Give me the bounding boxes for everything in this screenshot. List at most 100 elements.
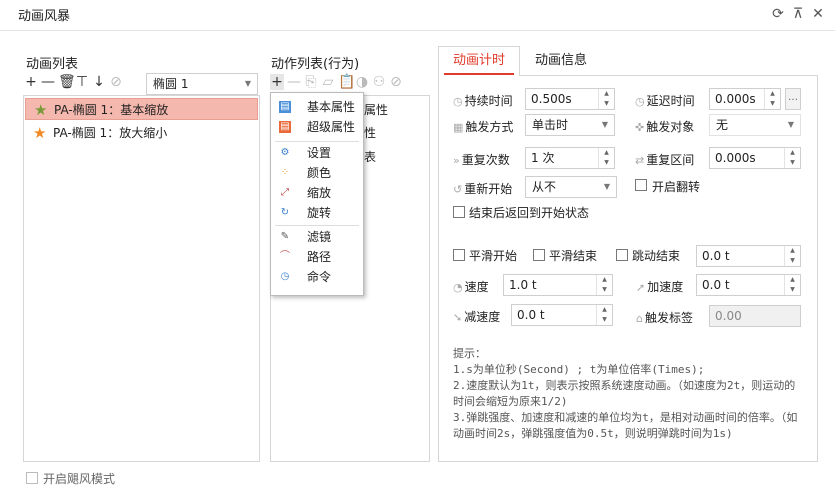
repeat-spinner[interactable]: ▲ ▼ [598,148,614,168]
speed-icon: ◔ [453,281,463,294]
duration-input[interactable]: 0.500s ▲ ▼ [525,88,615,110]
menu-item-color[interactable]: ⁘ 颜色 [271,163,363,183]
disable-icon[interactable]: ⊘ [389,74,403,90]
repeat-input[interactable]: 1 次 ▲ ▼ [525,147,615,169]
action-row-partial: 性 [364,126,377,140]
disable-icon[interactable]: ⊘ [109,74,123,90]
speed-label-text: 速度 [464,280,489,294]
return-start-checkbox[interactable] [453,206,465,218]
repeat-label: » 重复次数 [453,151,510,168]
anim-list-item[interactable]: ★ PA-椭圆 1：基本缩放 [25,98,258,120]
cut-icon[interactable]: ▱ [321,74,335,90]
target-icon: ✜ [635,121,645,134]
bounce-end-label: 跳动结束 [632,249,681,263]
restart-select[interactable]: 从不 ▼ [525,176,617,198]
pin-icon[interactable]: ⊼ [791,6,805,22]
toggle-icon[interactable]: ◑ [355,74,369,90]
repeat-interval-input[interactable]: 0.000s ▲ ▼ [709,147,801,169]
trigger-object-select[interactable]: 无 ▼ [709,114,801,136]
target-select[interactable]: 椭圆 1 ▼ [146,73,258,95]
action-list-toolbar: + — ⎘ ▱ 📋 ◑ ⚇ ⊘ [270,74,403,90]
star-icon: ★ [33,124,47,142]
minus-icon[interactable]: — [287,74,301,90]
minus-icon[interactable]: — [41,74,55,90]
trigger-tag-label: ⌂ 触发标签 [636,309,693,326]
more-button[interactable]: … [785,88,801,110]
repeat-label-text: 重复次数 [461,153,510,167]
menu-item-label: 命令 [307,270,332,284]
storm-mode-checkbox[interactable] [26,472,38,484]
speed-input[interactable]: 1.0 t ▲ ▼ [503,274,613,296]
bounce-spinner[interactable]: ▲ ▼ [784,246,800,266]
tab-timing[interactable]: 动画计时 [444,47,514,75]
bounce-end-checkbox[interactable] [616,249,628,261]
tip-line: 3.弹跳强度、加速度和减速的单位均为t，是相对动画时间的倍率。（如动画时间2s，… [453,411,798,440]
basic-props-icon: ▤ [279,101,291,113]
copy-icon[interactable]: ⎘ [304,74,318,90]
tip-line: 1.s为单位秒(Second) ; t为单位倍率(Times); [453,363,705,376]
move-top-icon[interactable]: ⊤ [75,74,89,90]
delay-input[interactable]: 0.000s ▲ ▼ [709,88,781,110]
menu-item-path[interactable]: ⌒ 路径 [271,247,363,267]
repeat-interval-label-text: 重复区间 [646,153,695,167]
repeat-interval-spinner[interactable]: ▲ ▼ [784,148,800,168]
decel-input[interactable]: 0.0 t ▲ ▼ [511,304,613,326]
speed-label: ◔ 速度 [453,278,489,295]
return-start-label: 结束后返回到开始状态 [469,206,590,220]
menu-divider [275,141,359,142]
bounce-value: 0.0 t [702,249,730,263]
duration-spinner[interactable]: ▲ ▼ [598,89,614,109]
smooth-start-label: 平滑开始 [469,249,518,263]
chevron-down-icon: ▼ [603,182,610,191]
accel-value: 0.0 t [702,278,730,292]
target-select-value: 椭圆 1 [153,77,189,91]
accel-spinner[interactable]: ▲ ▼ [784,275,800,295]
smooth-end-label: 平滑结束 [549,249,598,263]
add-action-icon[interactable]: + [270,74,284,90]
decel-spinner[interactable]: ▲ ▼ [596,305,612,325]
trigger-select[interactable]: 单击时 ▼ [525,114,615,136]
repeat-icon: » [453,154,460,167]
menu-item-rotate[interactable]: ↻ 旋转 [271,203,363,223]
tab-info[interactable]: 动画信息 [526,47,596,75]
tip-line: 提示： [453,347,486,360]
flip-label: 开启翻转 [652,180,701,194]
tip-line: 2.速度默认为1t，则表示按照系统速度动画。（如速度为2t，则运动的时间会缩短为… [453,379,796,408]
trigger-icon: ▦ [453,121,464,134]
menu-item-settings[interactable]: ⚙ 设置 [271,143,363,163]
trigger-label-text: 触发方式 [465,120,514,134]
smooth-start-checkbox[interactable] [453,249,465,261]
accel-input[interactable]: 0.0 t ▲ ▼ [696,274,801,296]
repeat-value: 1 次 [531,151,555,165]
delay-spinner[interactable]: ▲ ▼ [764,89,780,109]
repeat-interval-label: ⇄ 重复区间 [635,151,694,168]
menu-item-scale[interactable]: ⤢ 缩放 [271,183,363,203]
clock-icon: ◷ [635,95,645,108]
add-icon[interactable]: + [24,74,38,90]
bounce-input[interactable]: 0.0 t ▲ ▼ [696,245,801,267]
move-bottom-icon[interactable]: ↓ [92,74,106,90]
close-icon[interactable]: ✕ [811,6,825,22]
speed-spinner[interactable]: ▲ ▼ [596,275,612,295]
menu-item-filter[interactable]: ✎ 滤镜 [271,227,363,247]
decel-label-text: 减速度 [464,310,501,324]
menu-item-label: 路径 [307,250,332,264]
duration-value: 0.500s [531,92,572,106]
menu-item-super-props[interactable]: ▤ 超级属性 [271,117,363,137]
menu-item-command[interactable]: ◷ 命令 [271,267,363,287]
paste-icon[interactable]: 📋 [338,74,355,90]
delay-label: ◷ 延迟时间 [635,92,695,109]
group-icon[interactable]: ⚇ [372,74,386,90]
anim-list-item[interactable]: ★ PA-椭圆 1：放大缩小 [25,122,258,144]
delete-icon[interactable]: 🗑 [58,74,76,90]
trigger-tag-input: 0.00 [709,305,801,327]
menu-item-basic-props[interactable]: ▤ 基本属性 [271,97,363,117]
star-icon: ★ [34,101,48,119]
refresh-icon[interactable]: ⟳ [771,6,785,22]
decel-value: 0.0 t [517,308,545,322]
interval-icon: ⇄ [635,154,645,167]
duration-label: ◷ 持续时间 [453,92,513,109]
smooth-end-checkbox[interactable] [533,249,545,261]
menu-item-label: 设置 [307,146,332,160]
flip-checkbox[interactable] [635,179,647,191]
